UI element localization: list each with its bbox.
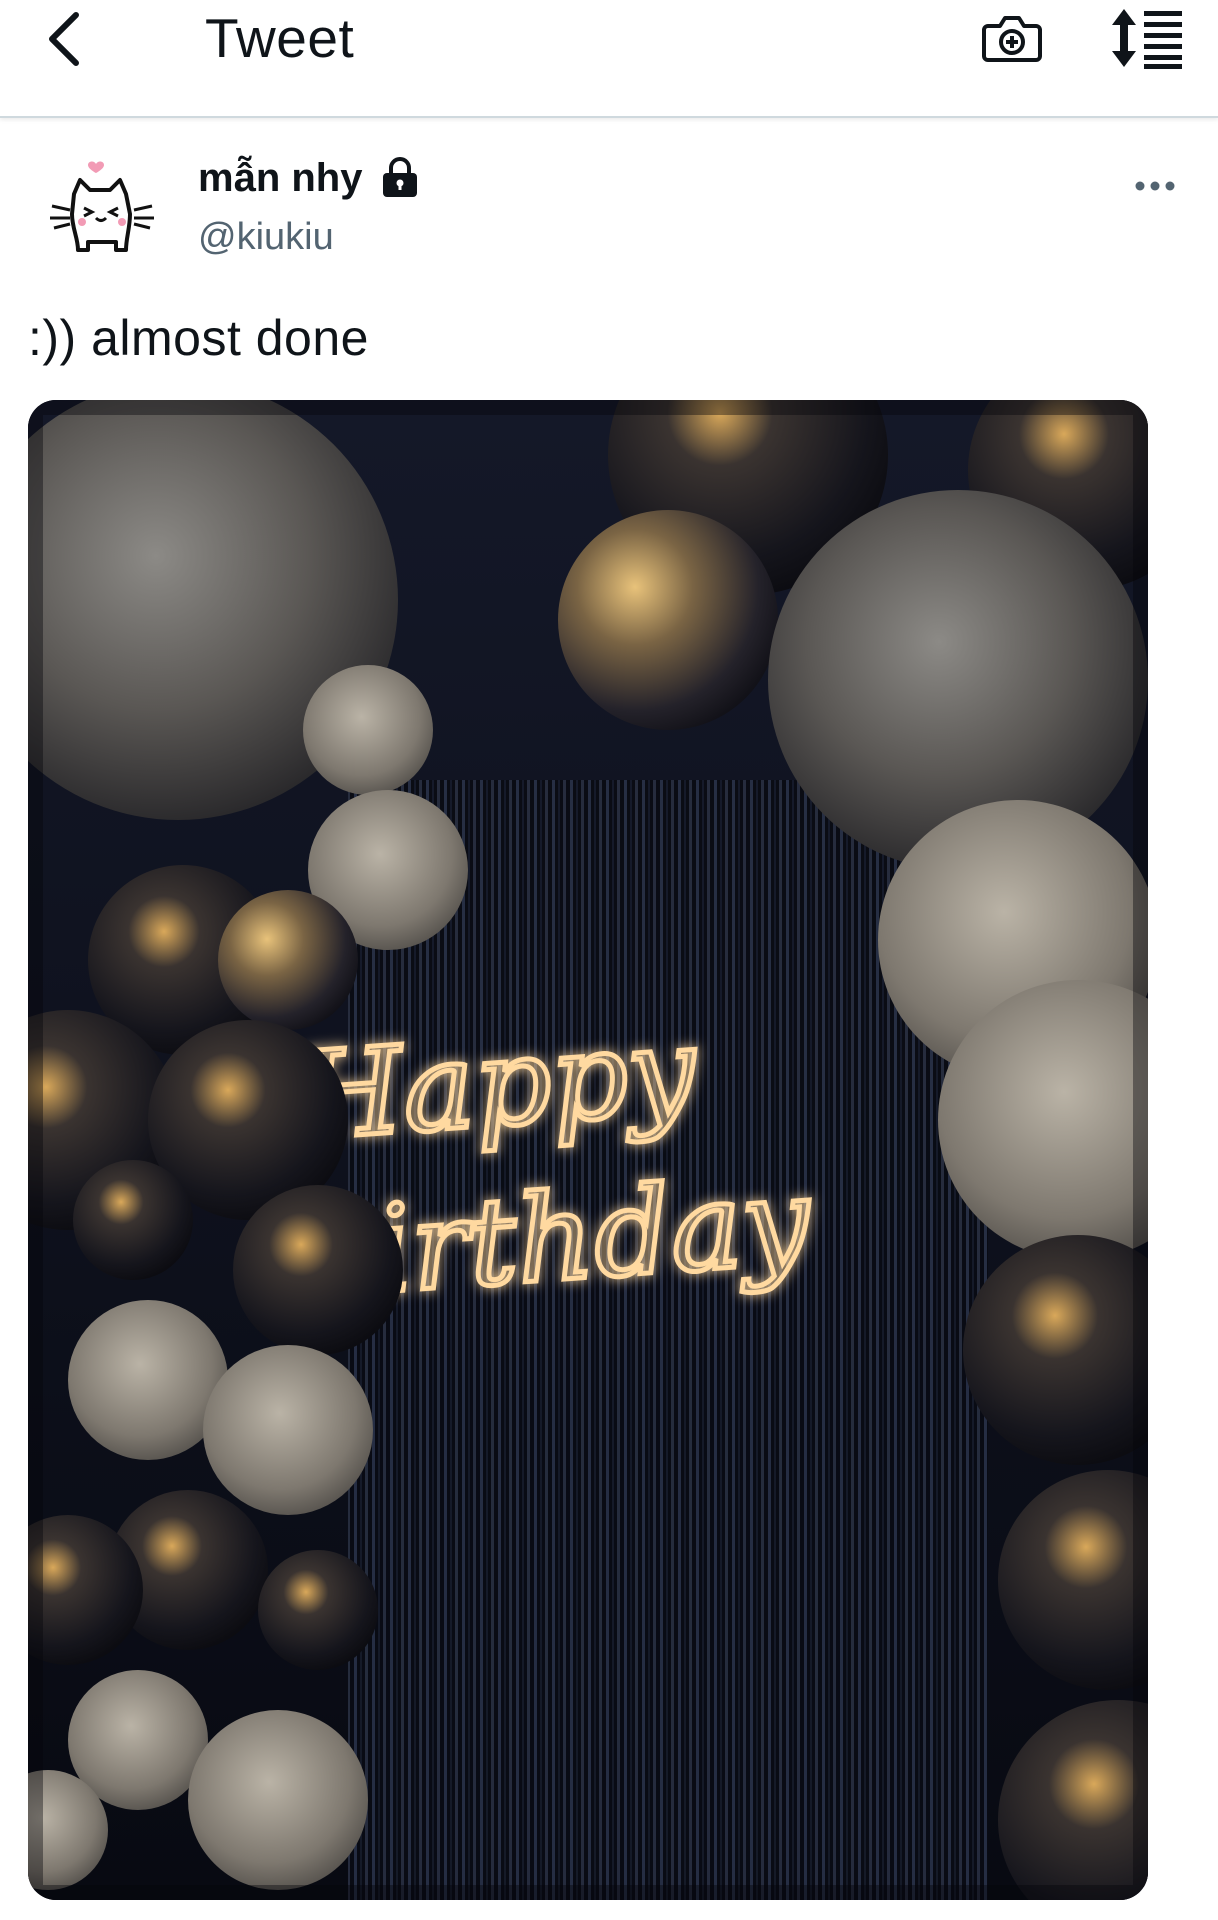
camera-button[interactable] xyxy=(978,2,1046,74)
page-title: Tweet xyxy=(205,7,355,69)
user-handle[interactable]: @kiukiu xyxy=(198,216,334,259)
birthday-photo-illustration: Happy Birthday xyxy=(28,400,1148,1900)
more-options-button[interactable] xyxy=(1130,168,1180,204)
back-button[interactable] xyxy=(34,4,94,74)
chevron-left-icon xyxy=(49,12,79,66)
camera-plus-icon xyxy=(982,16,1042,62)
display-name[interactable]: mẫn nhy xyxy=(198,156,362,201)
tweet-text: :)) almost done xyxy=(28,310,369,366)
more-horizontal-icon xyxy=(1135,181,1175,191)
sort-button[interactable] xyxy=(1105,0,1189,76)
top-app-bar: Tweet xyxy=(0,0,1218,118)
lock-icon xyxy=(380,157,420,199)
tweet-photo[interactable]: Happy Birthday xyxy=(28,400,1148,1900)
cat-avatar-icon xyxy=(46,150,158,262)
avatar[interactable] xyxy=(46,150,158,262)
neon-sign-line-1: Happy xyxy=(292,1001,703,1168)
author-name-row: mẫn nhy xyxy=(198,150,420,206)
sort-list-icon xyxy=(1112,9,1182,69)
